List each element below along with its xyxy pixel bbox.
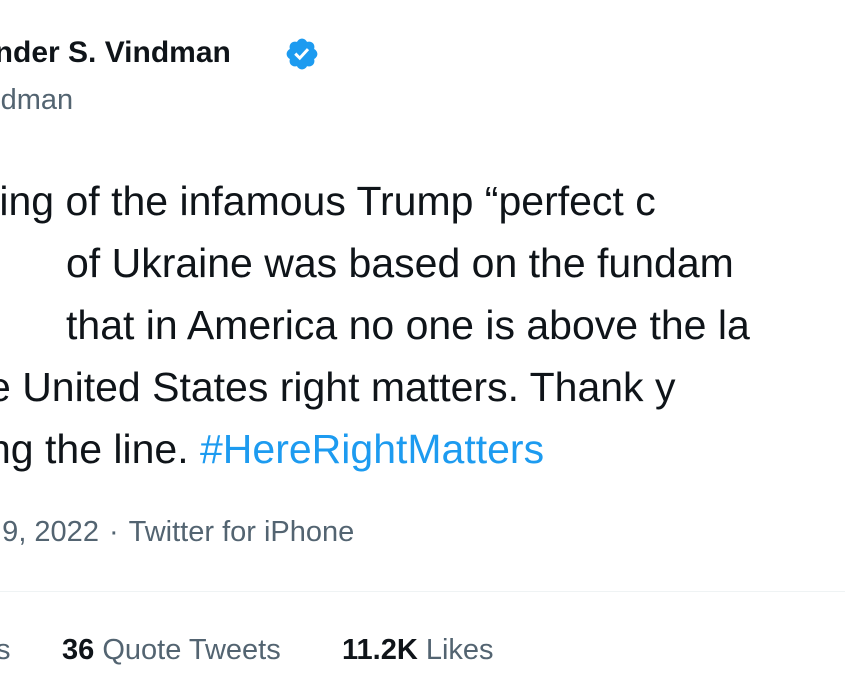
meta-separator: · [108, 516, 119, 548]
tweet-date[interactable]: g 9, 2022 [0, 516, 99, 548]
tweet-meta: g 9, 2022 · Twitter for iPhone [0, 516, 354, 549]
retweets-stat[interactable]: ts [0, 634, 11, 667]
tweet-text-line-5-text: ng the line. [0, 426, 200, 472]
stats-divider [0, 591, 845, 592]
tweet-text-line-3: that in America no one is above the la [66, 302, 750, 348]
author-handle[interactable]: indman [0, 84, 73, 117]
quote-tweets-stat[interactable]: 36 Quote Tweets [62, 634, 281, 667]
likes-count: 11.2K [342, 634, 418, 666]
verified-badge-icon [286, 38, 318, 70]
retweets-label: ts [0, 634, 11, 666]
likes-stat[interactable]: 11.2K Likes [342, 634, 494, 667]
author-display-name[interactable]: ander S. Vindman [0, 36, 231, 70]
tweet-source[interactable]: Twitter for iPhone [129, 516, 355, 548]
tweet-text-line-2: of Ukraine was based on the fundam [66, 240, 734, 286]
quote-label: Quote Tweets [102, 634, 281, 666]
tweet-text-line-1: ting of the infamous Trump “perfect c [0, 178, 656, 224]
tweet-text-line-4: e United States right matters. Thank y [0, 364, 676, 410]
quote-count: 36 [62, 634, 95, 666]
hashtag-link[interactable]: #HereRightMatters [200, 426, 544, 472]
likes-label: Likes [425, 634, 494, 666]
tweet-text-line-5: ng the line. #HereRightMatters [0, 418, 544, 480]
